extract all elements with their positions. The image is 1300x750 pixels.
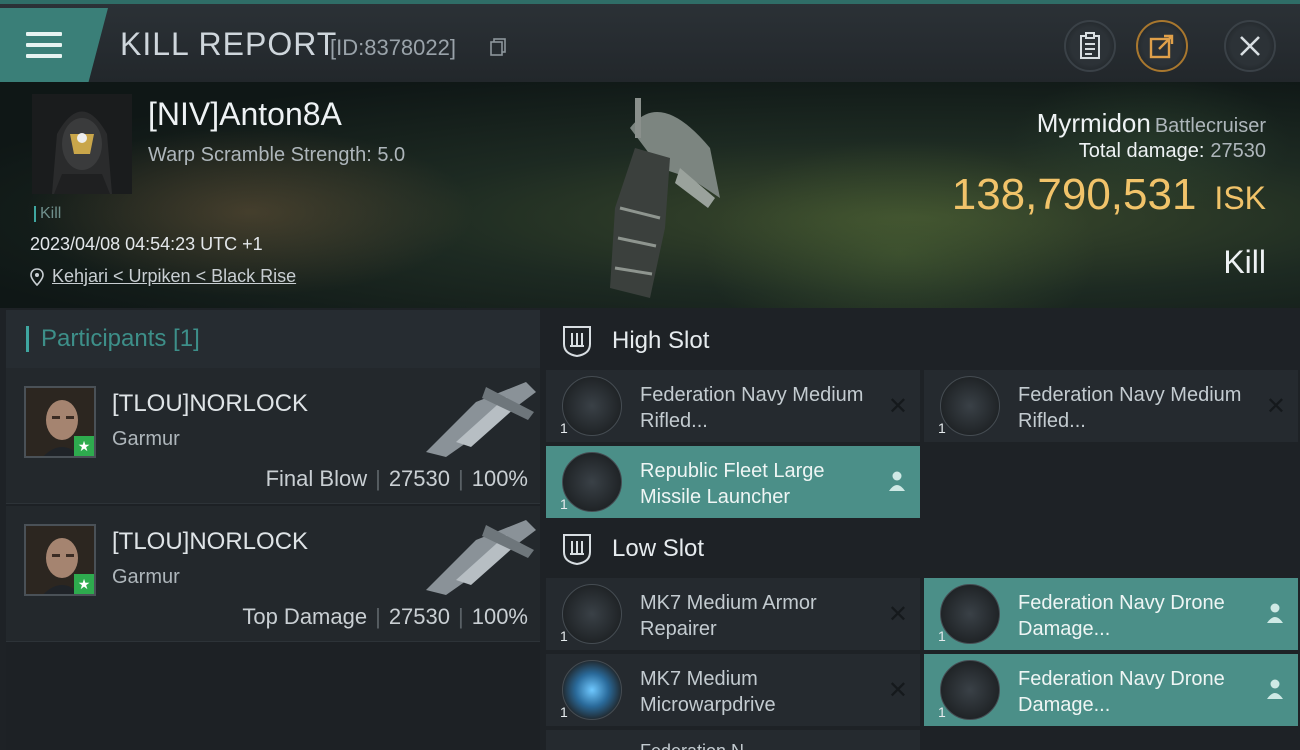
- module-quantity: 1: [560, 628, 568, 644]
- module-name: Republic Fleet Large Missile Launcher: [640, 460, 825, 508]
- destroyed-x-icon: ✕: [887, 601, 908, 628]
- high-slot-header: High Slot: [544, 310, 1300, 372]
- low-slot-header: Low Slot: [544, 518, 1300, 580]
- module-name: MK7 Medium Armor Repairer: [640, 592, 817, 640]
- menu-button[interactable]: [0, 8, 108, 82]
- participant-percent: 100%: [471, 604, 528, 629]
- star-badge-icon: ★: [74, 436, 94, 456]
- participant-row[interactable]: ★ [TLOU]NORLOCK Garmur Top Damage | 27530 |…: [6, 506, 540, 642]
- module-item[interactable]: 1 Federation Navy Medium Rifled... ✕: [924, 370, 1298, 442]
- clipboard-icon: [1080, 32, 1100, 59]
- warp-scramble-strength: Warp Scramble Strength: 5.0: [148, 144, 406, 166]
- share-icon: [1149, 34, 1174, 59]
- module-quantity: 1: [560, 420, 568, 436]
- drone-damage-amplifier-icon: [940, 584, 1000, 644]
- module-item[interactable]: 1 Federation Navy Medium Rifled... ✕: [546, 370, 920, 442]
- page-title: KILL REPORT: [120, 26, 338, 62]
- participant-stats: Top Damage | 27530 | 100%: [242, 604, 528, 629]
- dropped-person-icon: [889, 471, 905, 491]
- module-quantity: 1: [560, 496, 568, 512]
- kill-location[interactable]: Kehjari < Urpiken < Black Rise: [30, 266, 296, 287]
- participant-ship: Garmur: [112, 428, 180, 450]
- hamburger-menu-icon: [26, 32, 62, 60]
- close-icon: [1240, 36, 1260, 56]
- high-slot-icon: [563, 326, 591, 358]
- module-name: Federation N: [640, 738, 870, 750]
- module-name: Federation Navy Drone Damage...: [1018, 668, 1225, 716]
- participant-avatar[interactable]: ★: [24, 524, 96, 596]
- module-quantity: 1: [560, 704, 568, 720]
- participant-ship: Garmur: [112, 566, 180, 588]
- victim-avatar[interactable]: [32, 94, 132, 194]
- microwarpdrive-icon: [562, 660, 622, 720]
- report-id: [ID:8378022]: [330, 35, 456, 60]
- total-damage-label: Total damage:: [1078, 140, 1205, 162]
- module-item[interactable]: 1 Federation Navy Drone Damage...: [924, 578, 1298, 650]
- participant-stats: Final Blow | 27530 | 100%: [265, 466, 528, 491]
- drone-damage-amplifier-icon: [940, 660, 1000, 720]
- close-button[interactable]: [1224, 20, 1276, 72]
- destroyed-x-icon: ✕: [887, 677, 908, 704]
- kill-tag: Kill: [34, 206, 61, 222]
- module-name: Federation Navy Medium Rifled...: [1018, 384, 1242, 432]
- participant-name[interactable]: [TLOU]NORLOCK: [112, 390, 308, 418]
- module-item[interactable]: Federation N: [546, 730, 920, 750]
- armor-repairer-icon: [562, 584, 622, 644]
- module-name: Federation Navy Medium Rifled...: [640, 384, 864, 432]
- dropped-person-icon: [1267, 603, 1283, 623]
- module-quantity: 1: [938, 704, 946, 720]
- hybrid-turret-icon: [562, 376, 622, 436]
- share-button[interactable]: [1136, 20, 1188, 72]
- destroyed-x-icon: ✕: [887, 393, 908, 420]
- isk-amount: 138,790,531: [951, 170, 1197, 219]
- copy-icon[interactable]: [490, 38, 506, 56]
- victim-banner: [NIV]Anton8A Warp Scramble Strength: 5.0…: [0, 82, 1300, 308]
- module-quantity: 1: [938, 420, 946, 436]
- total-damage-value: 27530: [1210, 140, 1266, 162]
- total-damage: Total damage: 27530: [1079, 140, 1266, 163]
- isk-unit: ISK: [1214, 180, 1266, 216]
- fitting-slots-panel: High Slot 1 Federation Navy Medium Rifle…: [544, 310, 1300, 750]
- participant-avatar[interactable]: ★: [24, 386, 96, 458]
- participants-panel: Participants [1] ★ [TLOU]NORLOCK Garmur …: [6, 310, 540, 750]
- dropped-person-icon: [1267, 679, 1283, 699]
- kill-timestamp: 2023/04/08 04:54:23 UTC +1: [30, 234, 263, 254]
- isk-value: 138,790,531 ISK: [952, 170, 1266, 220]
- module-item[interactable]: 1 Federation Navy Drone Damage...: [924, 654, 1298, 726]
- module-item[interactable]: 1 MK7 Medium Microwarpdrive ✕: [546, 654, 920, 726]
- participant-name[interactable]: [TLOU]NORLOCK: [112, 528, 308, 556]
- participants-title: Participants [1]: [41, 325, 200, 352]
- missile-launcher-icon: [562, 452, 622, 512]
- module-name: MK7 Medium Microwarpdrive: [640, 668, 776, 716]
- victim-ship-class: Battlecruiser: [1154, 115, 1266, 137]
- module-name: Federation Navy Drone Damage...: [1018, 592, 1225, 640]
- participants-header[interactable]: Participants [1]: [6, 310, 540, 368]
- module-quantity: 1: [938, 628, 946, 644]
- participant-role: Top Damage: [242, 604, 368, 629]
- low-slot-icon: [563, 534, 591, 566]
- kill-result: Kill: [1223, 244, 1266, 280]
- star-badge-icon: ★: [74, 574, 94, 594]
- victim-ship-image: [610, 98, 720, 298]
- module-item[interactable]: 1 Republic Fleet Large Missile Launcher: [546, 446, 920, 518]
- destroyed-x-icon: ✕: [1265, 393, 1286, 420]
- victim-ship-name[interactable]: Myrmidon: [1037, 108, 1151, 138]
- participant-damage: 27530: [388, 466, 450, 491]
- participant-role: Final Blow: [265, 466, 368, 491]
- victim-ship: Myrmidon Battlecruiser: [1037, 108, 1266, 139]
- participant-row[interactable]: ★ [TLOU]NORLOCK Garmur Final Blow | 27530 |…: [6, 368, 540, 504]
- high-slot-label: High Slot: [612, 327, 710, 354]
- participant-ship-image: [426, 520, 536, 595]
- participant-ship-image: [426, 382, 536, 457]
- location-link[interactable]: Kehjari < Urpiken < Black Rise: [52, 266, 296, 287]
- participant-percent: 100%: [471, 466, 528, 491]
- clipboard-button[interactable]: [1064, 20, 1116, 72]
- participant-damage: 27530: [388, 604, 450, 629]
- location-pin-icon: [30, 267, 44, 286]
- hybrid-turret-icon: [940, 376, 1000, 436]
- module-item[interactable]: 1 MK7 Medium Armor Repairer ✕: [546, 578, 920, 650]
- low-slot-label: Low Slot: [612, 535, 705, 562]
- header-bar: KILL REPORT [ID:8378022]: [0, 0, 1300, 82]
- victim-name[interactable]: [NIV]Anton8A: [148, 96, 342, 133]
